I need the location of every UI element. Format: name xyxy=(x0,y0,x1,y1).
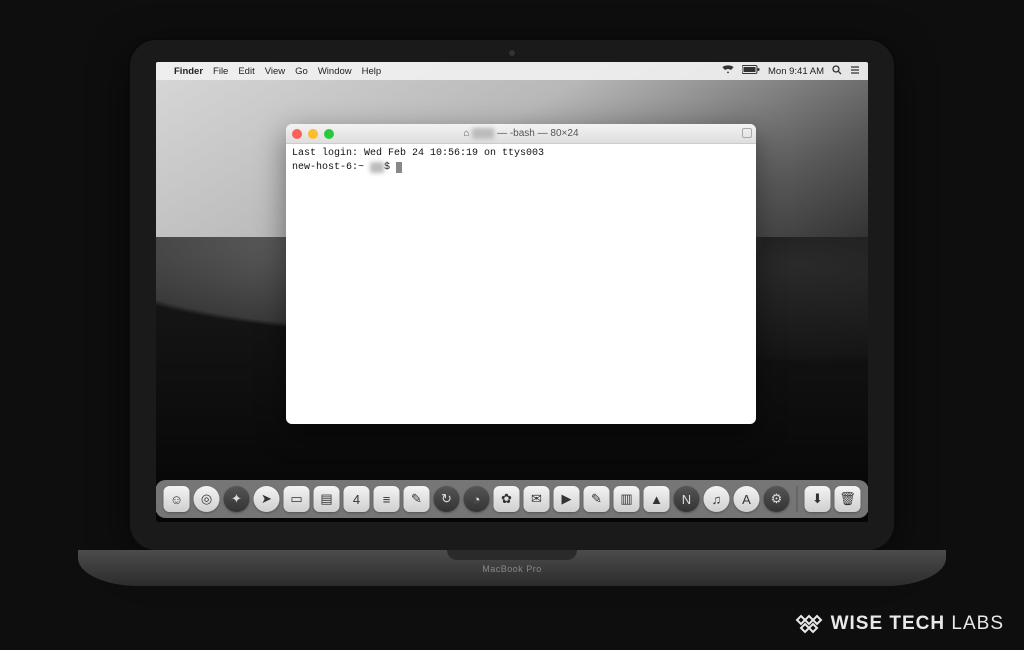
dock-launchpad-icon[interactable]: ✦ xyxy=(224,486,250,512)
dock-itunes-icon[interactable]: ♫ xyxy=(704,486,730,512)
menubar: Finder File Edit View Go Window Help Mon… xyxy=(156,62,868,80)
menu-edit[interactable]: Edit xyxy=(238,66,254,77)
dock-separator xyxy=(797,486,798,512)
terminal-titlebar[interactable]: ⌂ —— — -bash — 80×24 xyxy=(286,124,756,144)
dock-compass-icon[interactable]: ➤ xyxy=(254,486,280,512)
menu-window[interactable]: Window xyxy=(318,66,352,77)
watermark-logo-icon xyxy=(795,612,823,636)
terminal-prompt-host: new-host-6:~ xyxy=(292,162,364,173)
menubar-clock[interactable]: Mon 9:41 AM xyxy=(768,66,824,77)
dock-photos-icon[interactable]: ✿ xyxy=(494,486,520,512)
terminal-scroll-indicator xyxy=(742,128,752,138)
dock-reminders-icon[interactable]: ≡ xyxy=(374,486,400,512)
laptop-base: MacBook Pro xyxy=(78,550,946,586)
battery-icon[interactable] xyxy=(742,65,760,77)
dock-messages-icon[interactable]: ✉ xyxy=(524,486,550,512)
dock-finder-icon[interactable]: ☺ xyxy=(164,486,190,512)
dock-notes-icon[interactable]: ▤ xyxy=(314,486,340,512)
menu-view[interactable]: View xyxy=(265,66,285,77)
dock-facetime-icon[interactable]: ▶ xyxy=(554,486,580,512)
dock-downloads-icon[interactable]: ⬇ xyxy=(805,486,831,512)
dock-numbers-icon[interactable]: ▥ xyxy=(614,486,640,512)
terminal-prompt-user-redacted: —— xyxy=(370,162,384,173)
window-zoom-button[interactable] xyxy=(324,129,334,139)
terminal-title-user-redacted: —— xyxy=(472,128,494,139)
window-close-button[interactable] xyxy=(292,129,302,139)
dock: ☺◎✦➤▭▤4≡✎↻◔✿✉▶✎▥▲N♫A⚙⬇🗑 xyxy=(156,480,868,518)
search-icon[interactable] xyxy=(832,65,842,78)
notification-center-icon[interactable] xyxy=(850,65,860,78)
menu-go[interactable]: Go xyxy=(295,66,308,77)
laptop-frame: Finder File Edit View Go Window Help Mon… xyxy=(130,40,894,550)
dock-textedit-icon[interactable]: ✎ xyxy=(404,486,430,512)
dock-time-machine-icon[interactable]: ↻ xyxy=(434,486,460,512)
watermark-text-1: WISE TECH xyxy=(831,613,946,634)
window-minimize-button[interactable] xyxy=(308,129,318,139)
menu-help[interactable]: Help xyxy=(362,66,382,77)
terminal-body[interactable]: Last login: Wed Feb 24 10:56:19 on ttys0… xyxy=(286,144,756,424)
dock-contacts-icon[interactable]: ▭ xyxy=(284,486,310,512)
desktop: Finder File Edit View Go Window Help Mon… xyxy=(156,62,868,522)
dock-news-icon[interactable]: N xyxy=(674,486,700,512)
dock-settings-icon[interactable]: ⚙ xyxy=(764,486,790,512)
dock-pages-icon[interactable]: ✎ xyxy=(584,486,610,512)
terminal-cursor xyxy=(396,162,402,173)
dock-trash-icon[interactable]: 🗑 xyxy=(835,486,861,512)
terminal-title: ⌂ —— — -bash — 80×24 xyxy=(286,128,756,139)
menubar-app[interactable]: Finder xyxy=(174,66,203,77)
dock-calendar-icon[interactable]: 4 xyxy=(344,486,370,512)
dock-safari-icon[interactable]: ◎ xyxy=(194,486,220,512)
wifi-icon[interactable] xyxy=(722,65,734,77)
watermark: WISE TECH LABS xyxy=(795,612,1004,636)
dock-appstore-icon[interactable]: A xyxy=(734,486,760,512)
dock-clock-icon[interactable]: ◔ xyxy=(464,486,490,512)
dock-keynote-icon[interactable]: ▲ xyxy=(644,486,670,512)
terminal-window[interactable]: ⌂ —— — -bash — 80×24 Last login: Wed Feb… xyxy=(286,124,756,424)
camera-dot xyxy=(509,50,515,56)
terminal-prompt-symbol: $ xyxy=(384,162,390,173)
home-icon: ⌂ xyxy=(463,128,469,139)
menu-file[interactable]: File xyxy=(213,66,228,77)
laptop-model-label: MacBook Pro xyxy=(78,564,946,574)
terminal-last-login: Last login: Wed Feb 24 10:56:19 on ttys0… xyxy=(292,148,544,159)
watermark-text-2: LABS xyxy=(951,613,1004,634)
